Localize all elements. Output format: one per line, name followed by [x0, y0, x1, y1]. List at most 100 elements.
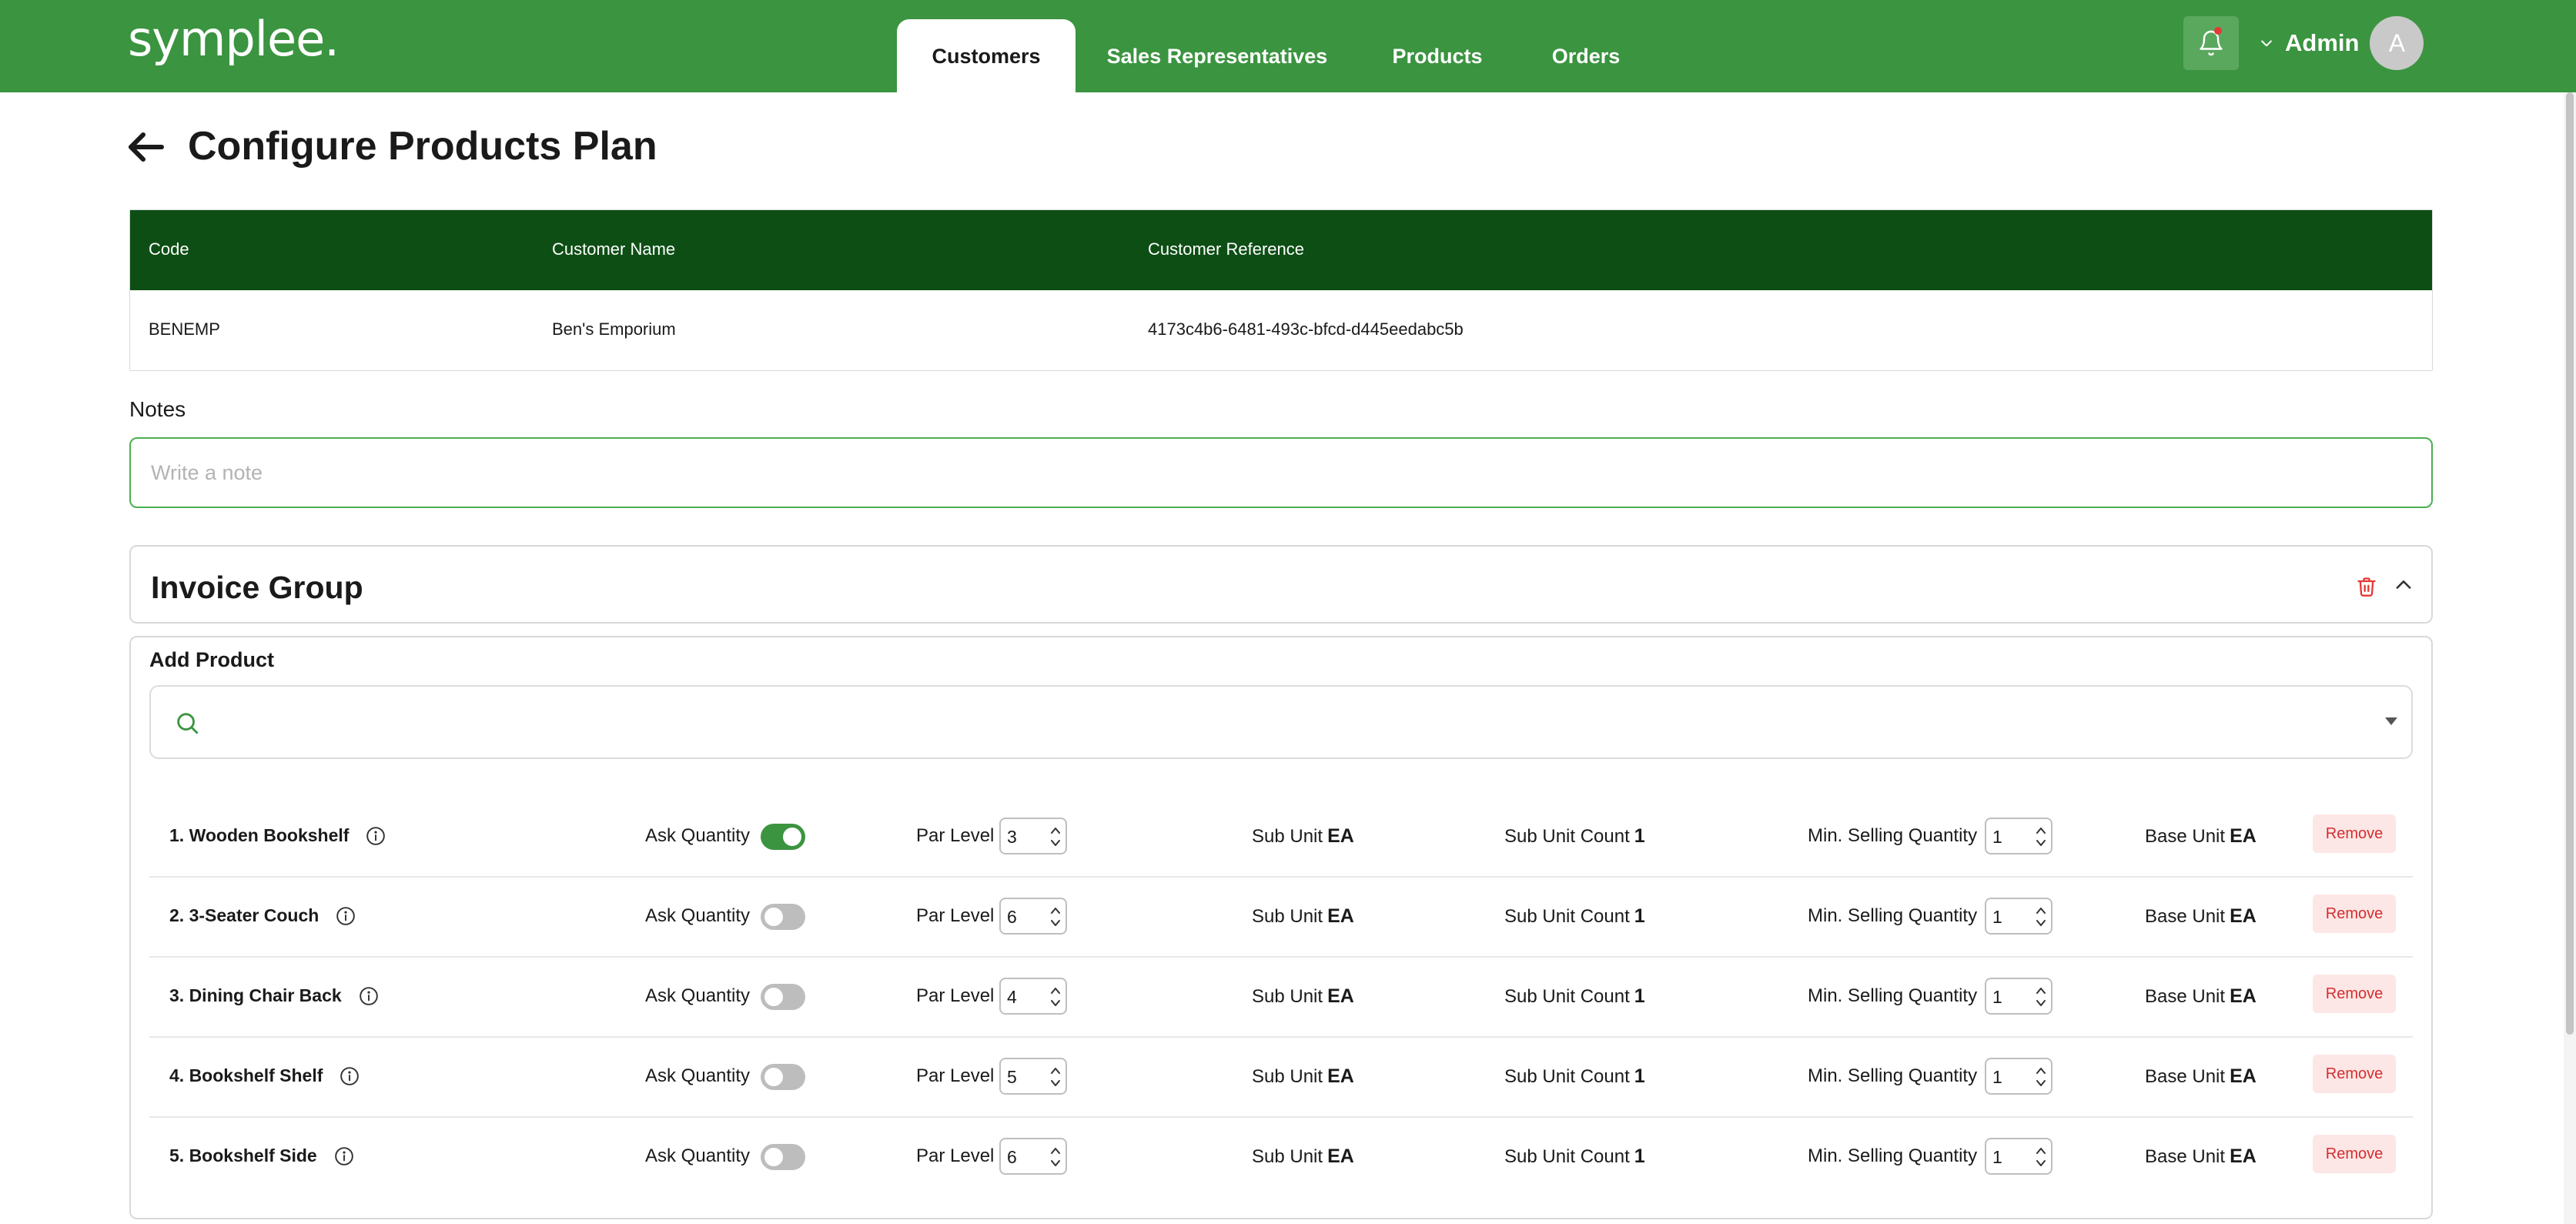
par-level-input[interactable]: 5 — [999, 1058, 1067, 1095]
search-icon — [177, 713, 199, 734]
ask-quantity-label: Ask Quantity — [645, 905, 751, 926]
stepper-arrows-icon[interactable] — [2034, 824, 2048, 850]
tab-products[interactable]: Products — [1375, 19, 1500, 93]
chevron-down-icon — [2261, 40, 2272, 47]
info-icon[interactable] — [334, 1146, 354, 1166]
ask-quantity-label: Ask Quantity — [645, 985, 751, 1006]
product-row-wooden-bookshelf: 1. Wooden Bookshelf Ask Quantity Par Level… — [149, 798, 2413, 878]
sub-unit-count-label-text: Sub Unit Count — [1504, 1066, 1630, 1087]
min-selling-quantity-value: 1 — [1992, 907, 2002, 927]
par-level-value: 6 — [1007, 1147, 1017, 1167]
sub-unit-count-value: 1 — [1634, 825, 1645, 847]
remove-product-button[interactable]: Remove — [2313, 1135, 2396, 1173]
arrow-left-icon — [129, 132, 164, 162]
sub-unit-count-label-text: Sub Unit Count — [1504, 1146, 1630, 1167]
info-icon[interactable] — [366, 826, 386, 846]
invoice-group-title: Invoice Group — [151, 570, 363, 605]
user-menu[interactable]: Admin A — [2259, 15, 2424, 71]
tab-sales-representatives[interactable]: Sales Representatives — [1093, 19, 1341, 93]
table-header-row: Code Customer Name Customer Reference — [130, 210, 2432, 290]
par-level-input[interactable]: 3 — [999, 818, 1067, 854]
top-navigation-bar: symplee. Customers Sales Representatives… — [0, 0, 2576, 93]
sub-unit-count-label-text: Sub Unit Count — [1504, 826, 1630, 847]
stepper-arrows-icon[interactable] — [2034, 904, 2048, 930]
min-selling-quantity-input[interactable]: 1 — [1985, 978, 2052, 1015]
base-unit-value: EA — [2230, 825, 2257, 847]
customer-info-table: Code Customer Name Customer Reference BE… — [129, 209, 2433, 371]
app-logo[interactable]: symplee. — [128, 11, 340, 67]
min-selling-quantity-input[interactable]: 1 — [1985, 1138, 2052, 1175]
back-button[interactable] — [126, 129, 166, 165]
min-selling-quantity-input[interactable]: 1 — [1985, 818, 2052, 854]
sub-unit-label: Sub Unit EA — [1252, 1145, 1354, 1168]
base-unit-label-text: Base Unit — [2145, 1146, 2226, 1167]
cell-customer-name: Ben's Emporium — [552, 319, 676, 339]
product-name-label: 3. Dining Chair Back — [169, 985, 342, 1005]
dropdown-caret-icon[interactable] — [2385, 717, 2397, 725]
base-unit-value: EA — [2230, 985, 2257, 1007]
par-level-label: Par Level — [916, 1145, 995, 1166]
par-level-input[interactable]: 4 — [999, 978, 1067, 1015]
sub-unit-value: EA — [1327, 1065, 1354, 1087]
scrollbar-thumb[interactable] — [2566, 92, 2574, 1035]
sub-unit-label: Sub Unit EA — [1252, 985, 1354, 1008]
sub-unit-value: EA — [1327, 825, 1354, 847]
remove-product-button[interactable]: Remove — [2313, 814, 2396, 853]
ask-quantity-toggle[interactable] — [761, 1144, 805, 1170]
notification-badge — [2214, 27, 2222, 35]
product-search-input[interactable] — [212, 704, 2337, 742]
notifications-button[interactable] — [2183, 16, 2239, 70]
user-name: Admin — [2285, 29, 2360, 56]
sub-unit-count-label: Sub Unit Count 1 — [1504, 1145, 1645, 1168]
info-icon[interactable] — [359, 986, 379, 1006]
par-level-input[interactable]: 6 — [999, 1138, 1067, 1175]
base-unit-label: Base Unit EA — [2145, 905, 2257, 928]
product-name: 3. Dining Chair Back — [169, 985, 379, 1006]
tab-orders[interactable]: Orders — [1532, 19, 1640, 93]
stepper-arrows-icon[interactable] — [1049, 1064, 1062, 1090]
notes-label: Notes — [129, 397, 186, 421]
stepper-arrows-icon[interactable] — [2034, 984, 2048, 1010]
sub-unit-label-text: Sub Unit — [1252, 826, 1323, 847]
notes-input[interactable] — [129, 437, 2433, 508]
stepper-arrows-icon[interactable] — [1049, 984, 1062, 1010]
collapse-group-button[interactable] — [2393, 574, 2416, 597]
remove-product-button[interactable]: Remove — [2313, 975, 2396, 1013]
sub-unit-count-label-text: Sub Unit Count — [1504, 906, 1630, 927]
delete-group-button[interactable] — [2356, 574, 2377, 599]
stepper-arrows-icon[interactable] — [1049, 824, 1062, 850]
column-header-customer-name: Customer Name — [552, 239, 676, 259]
min-selling-quantity-label: Min. Selling Quantity — [1808, 1065, 1978, 1086]
product-name-label: 4. Bookshelf Shelf — [169, 1065, 323, 1085]
product-name: 5. Bookshelf Side — [169, 1145, 354, 1166]
info-icon[interactable] — [340, 1066, 360, 1086]
ask-quantity-toggle[interactable] — [761, 904, 805, 930]
min-selling-quantity-input[interactable]: 1 — [1985, 898, 2052, 935]
product-search-select[interactable] — [149, 685, 2413, 759]
page-scrollbar[interactable] — [2564, 92, 2576, 1224]
min-selling-quantity-value: 1 — [1992, 1147, 2002, 1167]
ask-quantity-label: Ask Quantity — [645, 825, 751, 846]
par-level-input[interactable]: 6 — [999, 898, 1067, 935]
par-level-value: 6 — [1007, 907, 1017, 927]
base-unit-label: Base Unit EA — [2145, 1065, 2257, 1088]
ask-quantity-toggle[interactable] — [761, 1064, 805, 1090]
product-row-3-seater-couch: 2. 3-Seater Couch Ask Quantity Par Level 6 S… — [149, 878, 2413, 958]
sub-unit-label: Sub Unit EA — [1252, 905, 1354, 928]
min-selling-quantity-input[interactable]: 1 — [1985, 1058, 2052, 1095]
tab-customers[interactable]: Customers — [897, 19, 1076, 93]
invoice-group-body: Add Product 1. Wooden Bookshelf Ask Quant… — [129, 636, 2433, 1219]
remove-product-button[interactable]: Remove — [2313, 1055, 2396, 1093]
stepper-arrows-icon[interactable] — [2034, 1064, 2048, 1090]
stepper-arrows-icon[interactable] — [1049, 1144, 1062, 1170]
info-icon[interactable] — [336, 906, 356, 926]
toggle-knob — [764, 1148, 783, 1166]
avatar[interactable]: A — [2370, 16, 2424, 70]
ask-quantity-toggle[interactable] — [761, 824, 805, 850]
par-level-label: Par Level — [916, 905, 995, 926]
stepper-arrows-icon[interactable] — [2034, 1144, 2048, 1170]
sub-unit-label: Sub Unit EA — [1252, 825, 1354, 848]
stepper-arrows-icon[interactable] — [1049, 904, 1062, 930]
remove-product-button[interactable]: Remove — [2313, 895, 2396, 933]
ask-quantity-toggle[interactable] — [761, 984, 805, 1010]
